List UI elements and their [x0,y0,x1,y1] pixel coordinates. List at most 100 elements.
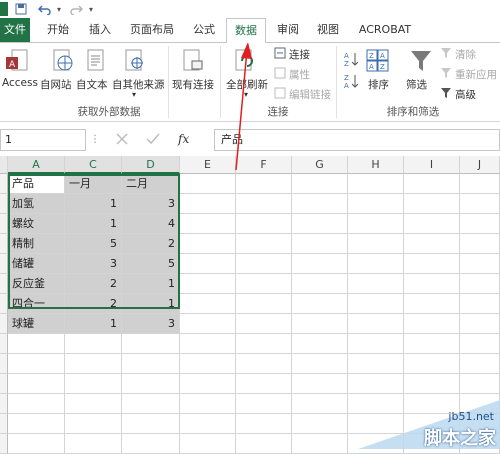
refresh-dropdown-icon[interactable]: ▾ [244,90,248,99]
column-header-h[interactable]: H [348,156,404,174]
tab-formulas[interactable]: 公式 [186,18,222,42]
empty-cell[interactable] [180,214,236,234]
row-header[interactable] [0,274,8,294]
table-cell[interactable]: 2 [65,294,122,314]
empty-cell[interactable] [236,334,292,354]
empty-cell[interactable] [8,334,65,354]
empty-cell[interactable] [236,374,292,394]
empty-cell[interactable] [65,334,122,354]
empty-cell[interactable] [348,194,404,214]
table-cell[interactable]: 3 [122,194,180,214]
empty-cell[interactable] [180,374,236,394]
edit-links-button[interactable]: 编辑链接 [289,87,331,102]
column-header-j[interactable]: J [460,156,500,174]
empty-cell[interactable] [348,334,404,354]
empty-cell[interactable] [348,234,404,254]
column-header-a[interactable]: A [8,156,65,174]
empty-cell[interactable] [180,334,236,354]
row-header[interactable] [0,334,8,354]
table-cell[interactable]: 1 [122,274,180,294]
enter-icon[interactable] [146,133,160,148]
empty-cell[interactable] [292,354,348,374]
empty-cell[interactable] [460,194,500,214]
empty-cell[interactable] [8,354,65,374]
undo-icon[interactable] [36,2,54,16]
cancel-icon[interactable] [116,133,128,148]
empty-cell[interactable] [236,194,292,214]
refresh-all-icon[interactable] [234,49,256,76]
empty-cell[interactable] [180,314,236,334]
empty-cell[interactable] [292,214,348,234]
empty-cell[interactable] [122,374,180,394]
empty-cell[interactable] [8,414,65,434]
header-cell[interactable]: 一月 [65,174,122,194]
empty-cell[interactable] [180,254,236,274]
web-icon[interactable] [52,49,74,76]
empty-cell[interactable] [180,414,236,434]
empty-cell[interactable] [404,274,460,294]
properties-button[interactable]: 属性 [289,67,310,82]
empty-cell[interactable] [8,374,65,394]
empty-cell[interactable] [236,214,292,234]
empty-cell[interactable] [460,274,500,294]
empty-cell[interactable] [404,354,460,374]
existing-connections-icon[interactable] [182,49,204,76]
access-icon[interactable]: A [6,49,28,76]
column-header-e[interactable]: E [180,156,236,174]
empty-cell[interactable] [180,174,236,194]
empty-cell[interactable] [236,354,292,374]
empty-cell[interactable] [348,354,404,374]
empty-cell[interactable] [404,214,460,234]
formula-input[interactable]: 产品 [214,129,500,151]
empty-cell[interactable] [404,174,460,194]
empty-cell[interactable] [65,374,122,394]
row-header[interactable] [0,194,8,214]
empty-cell[interactable] [8,434,65,454]
connections-icon[interactable] [274,47,286,62]
empty-cell[interactable] [236,314,292,334]
row-header[interactable] [0,234,8,254]
empty-cell[interactable] [348,274,404,294]
empty-cell[interactable] [122,394,180,414]
redo-icon[interactable] [68,2,84,16]
empty-cell[interactable] [236,434,292,454]
tab-page-layout[interactable]: 页面布局 [124,18,180,42]
connections-button[interactable]: 连接 [289,47,310,62]
table-cell[interactable]: 1 [65,214,122,234]
empty-cell[interactable] [292,334,348,354]
empty-cell[interactable] [180,354,236,374]
empty-cell[interactable] [236,414,292,434]
tab-file[interactable]: 文件 [0,18,30,42]
table-cell[interactable]: 5 [65,234,122,254]
empty-cell[interactable] [122,414,180,434]
empty-cell[interactable] [460,214,500,234]
table-cell[interactable]: 反应釜 [8,274,65,294]
empty-cell[interactable] [65,354,122,374]
empty-cell[interactable] [292,294,348,314]
tab-acrobat[interactable]: ACROBAT [352,18,418,42]
tab-view[interactable]: 视图 [310,18,346,42]
table-cell[interactable]: 1 [65,314,122,334]
column-header-c[interactable]: C [65,156,122,174]
empty-cell[interactable] [404,254,460,274]
customize-qat-icon[interactable]: ▾ [86,2,96,16]
empty-cell[interactable] [292,254,348,274]
empty-cell[interactable] [65,394,122,414]
row-header[interactable] [0,174,8,194]
row-header[interactable] [0,394,8,414]
empty-cell[interactable] [460,334,500,354]
empty-cell[interactable] [460,254,500,274]
empty-cell[interactable] [460,374,500,394]
sort-descending-icon[interactable]: ZA [344,73,359,92]
table-cell[interactable]: 精制 [8,234,65,254]
tab-review[interactable]: 审阅 [270,18,306,42]
advanced-filter-icon[interactable] [440,87,452,102]
row-header[interactable] [0,414,8,434]
empty-cell[interactable] [348,254,404,274]
table-cell[interactable]: 1 [122,294,180,314]
empty-cell[interactable] [460,314,500,334]
empty-cell[interactable] [180,434,236,454]
empty-cell[interactable] [122,354,180,374]
empty-cell[interactable] [292,194,348,214]
empty-cell[interactable] [236,254,292,274]
